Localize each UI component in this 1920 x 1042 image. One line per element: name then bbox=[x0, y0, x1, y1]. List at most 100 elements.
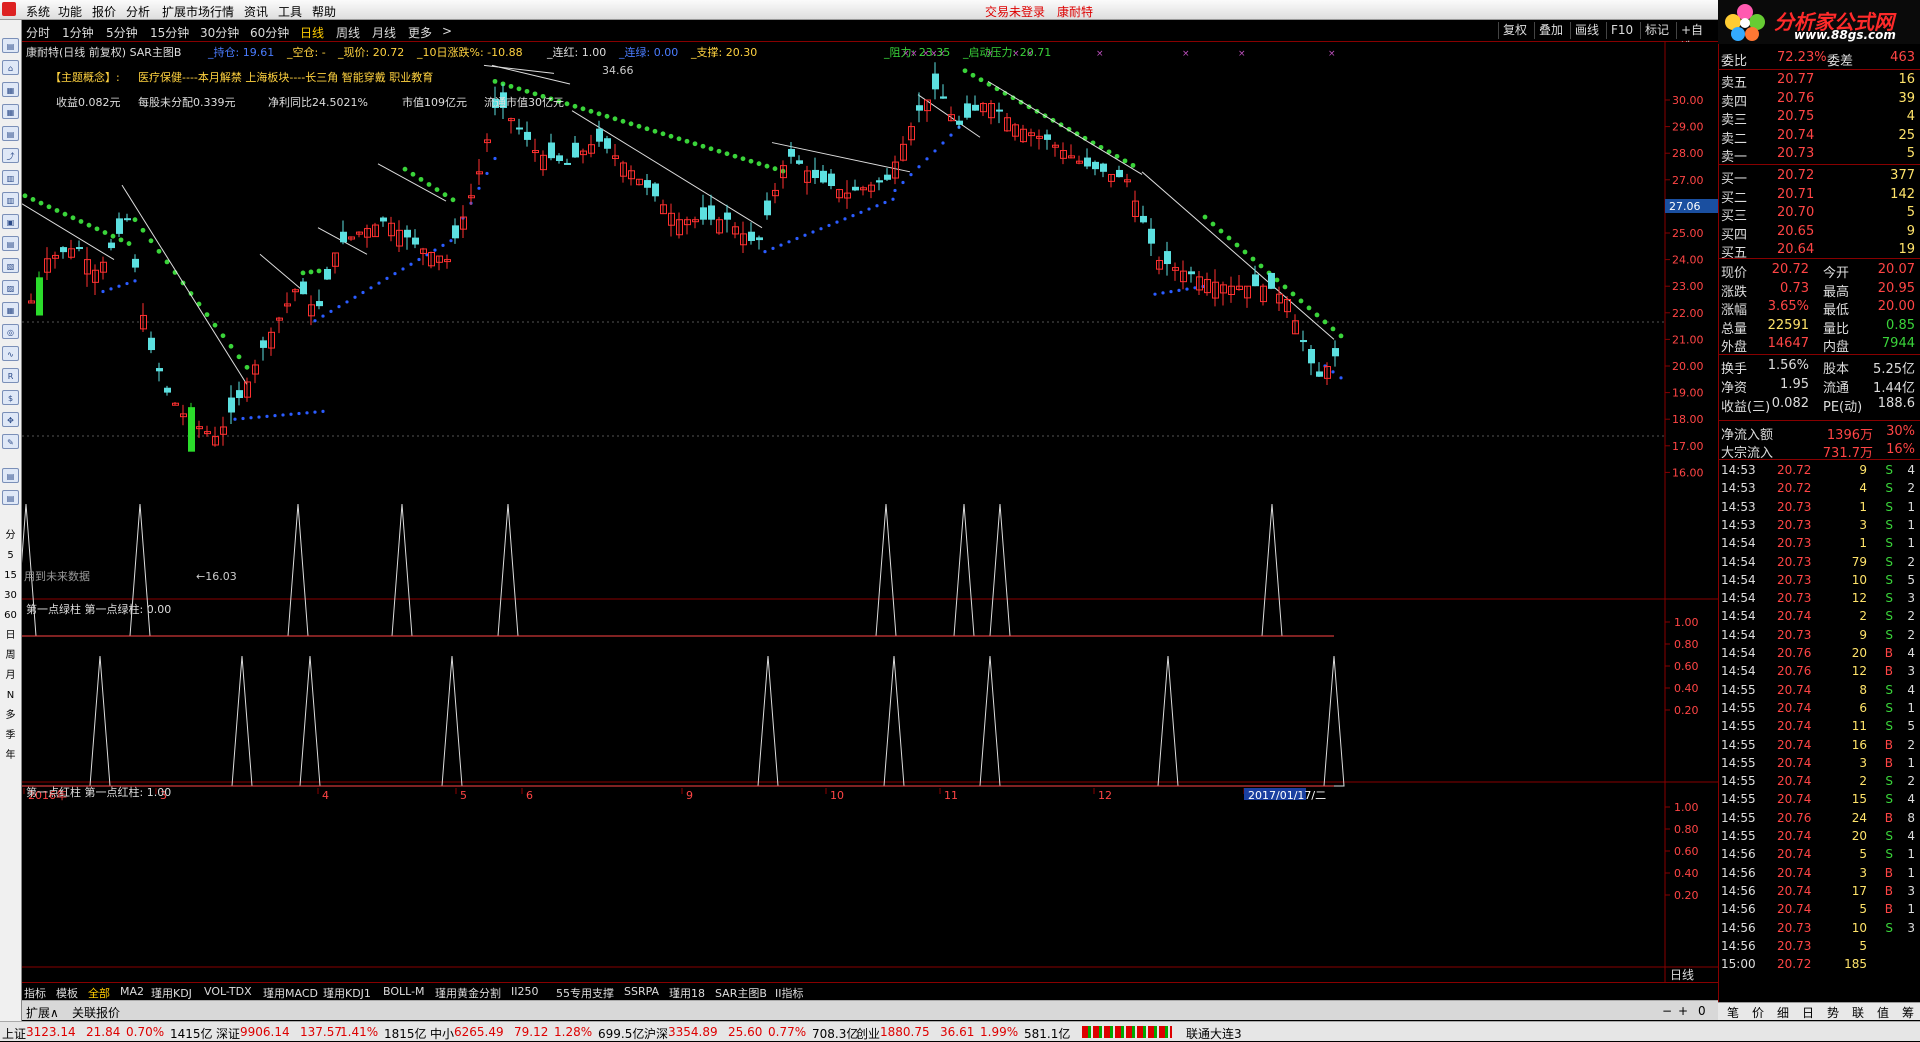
indicator-tab[interactable]: 瑾用黄金分割 bbox=[435, 985, 501, 1001]
indicator-tab[interactable]: 55专用支撑 bbox=[556, 985, 614, 1001]
toolbar-icon[interactable]: ▥ bbox=[2, 192, 19, 207]
toolbar-icon[interactable]: ▤ bbox=[2, 490, 19, 505]
period-fenshi[interactable]: 分 bbox=[2, 528, 19, 543]
ask-row[interactable]: 卖二 20.74 25 bbox=[1721, 128, 1919, 147]
menu-quote[interactable]: 报价 bbox=[92, 3, 116, 20]
bid-row[interactable]: 买三 20.70 5 bbox=[1721, 205, 1919, 224]
toolbar-icon[interactable]: ▧ bbox=[2, 258, 19, 273]
index-name[interactable]: 中小 bbox=[430, 1025, 454, 1042]
menu-news[interactable]: 资讯 bbox=[244, 3, 268, 20]
toolbar-icon[interactable]: ▤ bbox=[2, 38, 19, 53]
toolbar-icon[interactable]: ▨ bbox=[2, 280, 19, 295]
period-tab[interactable]: 60分钟 bbox=[250, 24, 289, 41]
toolbar-icon[interactable]: ∿ bbox=[2, 346, 19, 361]
period-year[interactable]: 年 bbox=[2, 748, 19, 763]
tab-extension[interactable]: 扩展∧ bbox=[26, 1004, 59, 1021]
toolbar-icon[interactable]: ▦ bbox=[2, 302, 19, 317]
toolbar-icon[interactable]: ◎ bbox=[2, 324, 19, 339]
toolbar-icon[interactable]: ▦ bbox=[2, 82, 19, 97]
toolbar-icon[interactable]: ▤ bbox=[2, 126, 19, 141]
indicator-tab[interactable]: 全部 bbox=[88, 985, 110, 1001]
period-season[interactable]: 季 bbox=[2, 728, 19, 743]
indicator-tab[interactable]: 瑾用MACD bbox=[263, 985, 318, 1001]
indicator-tab[interactable]: VOL-TDX bbox=[204, 985, 252, 998]
index-name[interactable]: 沪深 bbox=[644, 1025, 668, 1042]
period-60[interactable]: 60 bbox=[2, 608, 19, 623]
right-tab[interactable]: 日 bbox=[1797, 1004, 1819, 1021]
indicator-tab[interactable]: II250 bbox=[511, 985, 538, 998]
add-watchlist-button[interactable]: +自选 bbox=[1676, 22, 1718, 54]
period-multi[interactable]: 多 bbox=[2, 708, 19, 723]
menu-analysis[interactable]: 分析 bbox=[126, 3, 150, 20]
indicator-tab[interactable]: BOLL-M bbox=[383, 985, 425, 998]
kline-chart[interactable]: 30.0029.0028.0027.0026.0025.0024.0023.00… bbox=[22, 42, 1718, 990]
adjust-button[interactable]: 复权 bbox=[1498, 22, 1531, 39]
indicator-tab[interactable]: 瑾用18 bbox=[669, 985, 705, 1001]
period-tab[interactable]: 分时 bbox=[26, 24, 50, 41]
indicator-tab[interactable]: MA2 bbox=[120, 985, 144, 998]
period-tab[interactable]: 15分钟 bbox=[150, 24, 189, 41]
menu-system[interactable]: 系统 bbox=[26, 3, 50, 20]
indicator-tab[interactable]: 瑾用KDJ bbox=[151, 985, 192, 1001]
indicator-tab[interactable]: 模板 bbox=[56, 985, 78, 1001]
index-name[interactable]: 创业 bbox=[856, 1025, 880, 1042]
toolbar-icon[interactable]: ✎ bbox=[2, 434, 19, 449]
ask-row[interactable]: 卖五 20.77 16 bbox=[1721, 72, 1919, 91]
indicator-tab[interactable]: 瑾用KDJ1 bbox=[323, 985, 371, 1001]
ask-row[interactable]: 卖四 20.76 39 bbox=[1721, 91, 1919, 110]
bid-row[interactable]: 买二 20.71 142 bbox=[1721, 187, 1919, 206]
draw-line-button[interactable]: 画线 bbox=[1570, 22, 1603, 39]
toolbar-icon[interactable]: ▤ bbox=[2, 468, 19, 483]
ask-row[interactable]: 卖三 20.75 4 bbox=[1721, 109, 1919, 128]
bid-row[interactable]: 买一 20.72 377 bbox=[1721, 168, 1919, 187]
period-day[interactable]: 日 bbox=[2, 628, 19, 643]
period-tab[interactable]: 1分钟 bbox=[62, 24, 94, 41]
index-name[interactable]: 深证 bbox=[216, 1025, 240, 1042]
toolbar-icon[interactable]: $ bbox=[2, 390, 19, 405]
server-name[interactable]: 联通大连3 bbox=[1186, 1025, 1242, 1042]
bid-row[interactable]: 买四 20.65 9 bbox=[1721, 224, 1919, 243]
period-tab[interactable]: 月线 bbox=[372, 24, 396, 41]
indicator-tab[interactable]: SSRPA bbox=[624, 985, 659, 998]
toolbar-icon[interactable]: R bbox=[2, 368, 19, 383]
chevron-right-icon[interactable]: > bbox=[442, 24, 452, 38]
menu-help[interactable]: 帮助 bbox=[312, 3, 336, 20]
indicator-tab[interactable]: II指标 bbox=[775, 985, 804, 1001]
right-tab[interactable]: 笔 bbox=[1722, 1004, 1744, 1021]
ask-row[interactable]: 卖一 20.73 5 bbox=[1721, 146, 1919, 165]
indicator-tab[interactable]: 指标 bbox=[24, 985, 46, 1001]
right-tab[interactable]: 细 bbox=[1772, 1004, 1794, 1021]
right-tab[interactable]: 联 bbox=[1847, 1004, 1869, 1021]
right-tab[interactable]: 势 bbox=[1822, 1004, 1844, 1021]
period-tab[interactable]: 5分钟 bbox=[106, 24, 138, 41]
period-15[interactable]: 15 bbox=[2, 568, 19, 583]
right-tab[interactable]: 价 bbox=[1747, 1004, 1769, 1021]
zoom-out-button[interactable]: − bbox=[1662, 1004, 1672, 1018]
trade-login-warning[interactable]: 交易未登录 bbox=[985, 3, 1045, 20]
toolbar-icon[interactable]: ▣ bbox=[2, 214, 19, 229]
zoom-in-button[interactable]: + bbox=[1678, 1004, 1688, 1018]
indicator-tab[interactable]: SAR主图B bbox=[715, 985, 767, 1001]
menu-function[interactable]: 功能 bbox=[58, 3, 82, 20]
toolbar-icon[interactable]: ▦ bbox=[2, 104, 19, 119]
toolbar-icon[interactable]: ▤ bbox=[2, 236, 19, 251]
period-n[interactable]: N bbox=[2, 688, 19, 703]
period-tab-active[interactable]: 日线 bbox=[300, 24, 324, 41]
overlay-button[interactable]: 叠加 bbox=[1534, 22, 1567, 39]
period-tab[interactable]: 更多 bbox=[408, 24, 432, 41]
f10-button[interactable]: F10 bbox=[1606, 22, 1637, 39]
period-month[interactable]: 月 bbox=[2, 668, 19, 683]
period-5[interactable]: 5 bbox=[2, 548, 19, 563]
zoom-reset-button[interactable]: 0 bbox=[1698, 1004, 1706, 1018]
period-30[interactable]: 30 bbox=[2, 588, 19, 603]
toolbar-icon[interactable]: ▥ bbox=[2, 170, 19, 185]
mark-button[interactable]: 标记 bbox=[1640, 22, 1673, 39]
period-tab[interactable]: 30分钟 bbox=[200, 24, 239, 41]
right-tab[interactable]: 筹 bbox=[1897, 1004, 1919, 1021]
menu-extended-market[interactable]: 扩展市场行情 bbox=[162, 3, 234, 20]
period-week[interactable]: 周 bbox=[2, 648, 19, 663]
index-name[interactable]: 上证 bbox=[2, 1025, 26, 1042]
toolbar-icon[interactable]: ⤴ bbox=[2, 148, 19, 163]
period-tab[interactable]: 周线 bbox=[336, 24, 360, 41]
right-tab[interactable]: 值 bbox=[1872, 1004, 1894, 1021]
